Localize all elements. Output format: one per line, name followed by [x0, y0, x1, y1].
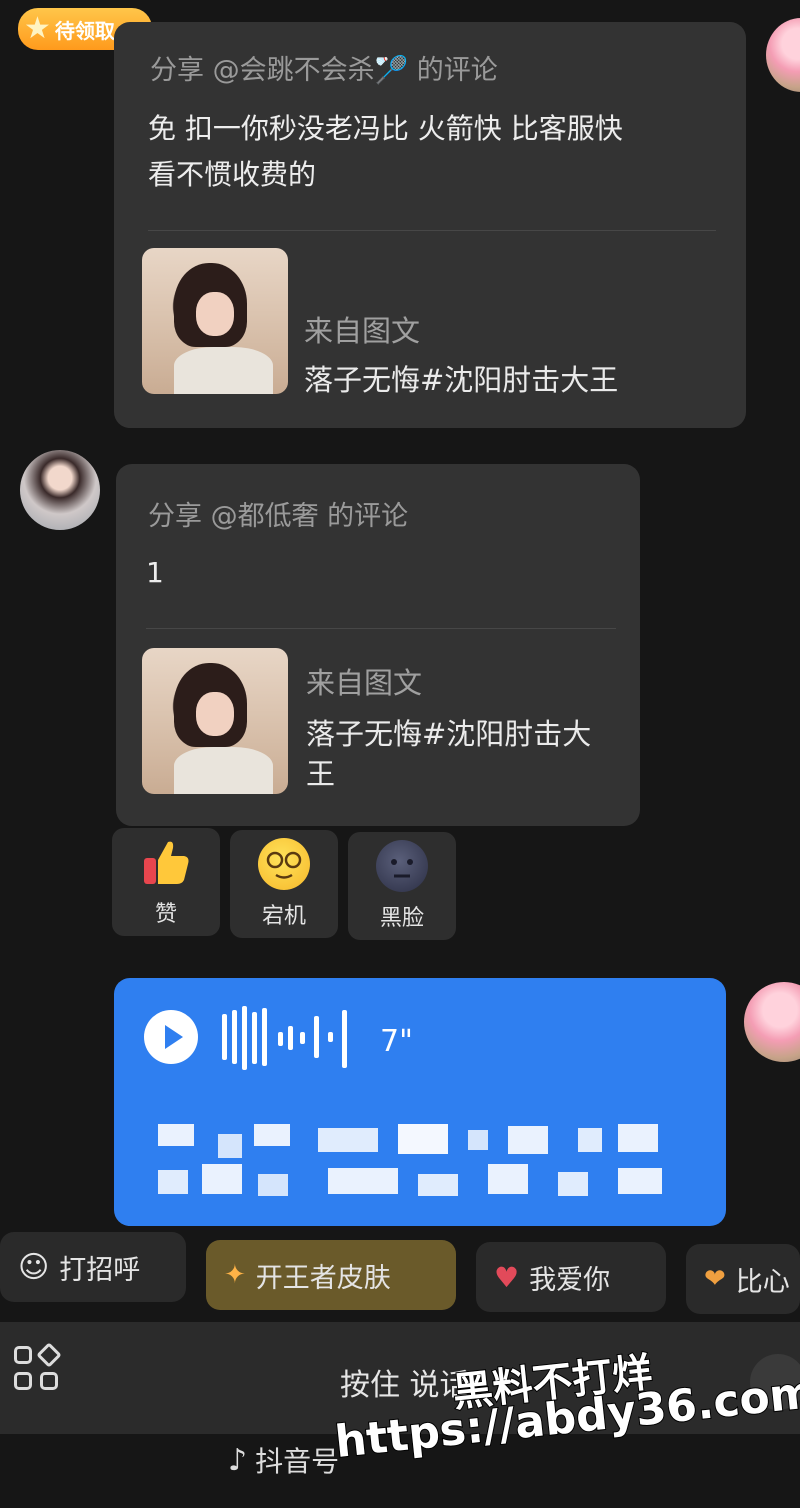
source-title-line-1[interactable]: 落子无悔#沈阳肘击大 [306, 714, 591, 754]
black-face-icon [376, 840, 428, 892]
quick-chip-love[interactable]: ♥ 我爱你 [476, 1242, 666, 1312]
source-label: 来自图文 [306, 666, 423, 700]
douyin-logo-icon: ♪ [228, 1442, 248, 1478]
avatar[interactable] [20, 450, 100, 530]
chip-label: 我爱你 [529, 1264, 611, 1296]
star-icon: ★ [24, 11, 51, 46]
quick-chip-heart-gesture[interactable]: ❤ 比心 [686, 1244, 800, 1314]
post-thumbnail[interactable] [142, 648, 288, 794]
reaction-label: 黑脸 [379, 906, 424, 931]
quick-chip-skin[interactable]: ✦ 开王者皮肤 [206, 1240, 456, 1310]
share-title: 分享 @都低奢 的评论 [148, 501, 409, 532]
shared-comment-card[interactable]: 分享 @会跳不会杀🏸 的评论 免 扣一你秒没老冯比 火箭快 比客服快 看不惯收费… [114, 22, 746, 428]
dizzy-face-icon [258, 838, 310, 890]
share-title: 分享 @会跳不会杀🏸 的评论 [150, 55, 498, 86]
badge-label: 待领取 [54, 18, 115, 43]
divider [148, 230, 716, 231]
douyin-id-label: ♪ 抖音号 [228, 1442, 340, 1479]
shared-comment-card[interactable]: 分享 @都低奢 的评论 1 来自图文 落子无悔#沈阳肘击大 王 [116, 464, 640, 826]
play-icon[interactable] [144, 1010, 198, 1064]
reaction-black-face-button[interactable]: 黑脸 [348, 832, 456, 940]
reaction-like-button[interactable]: 赞 [112, 828, 220, 936]
reaction-label: 宕机 [261, 904, 306, 929]
reaction-label: 赞 [154, 902, 177, 927]
chip-label: 开王者皮肤 [255, 1262, 391, 1294]
chip-label: 比心 [735, 1266, 790, 1298]
reaction-crash-button[interactable]: 宕机 [230, 830, 338, 938]
transcription-blurred [158, 1124, 678, 1214]
source-title-line-2[interactable]: 王 [306, 754, 335, 794]
smiley-icon: ☺ [18, 1249, 50, 1285]
avatar[interactable] [766, 18, 800, 92]
avatar[interactable] [744, 982, 800, 1062]
comment-text-line-2: 看不惯收费的 [148, 158, 317, 191]
comment-text-line-1: 免 扣一你秒没老冯比 火箭快 比客服快 [148, 112, 623, 145]
quick-chip-greet[interactable]: ☺ 打招呼 [0, 1232, 186, 1302]
thumbs-up-icon [140, 836, 192, 888]
gift-icon: ✦ [224, 1260, 246, 1290]
divider [146, 628, 616, 629]
comment-text: 1 [146, 556, 164, 589]
source-title[interactable]: 落子无悔#沈阳肘击大王 [304, 360, 618, 400]
post-thumbnail[interactable] [142, 248, 288, 394]
apps-grid-icon[interactable] [14, 1342, 66, 1398]
heart-icon: ♥ [494, 1260, 520, 1294]
hand-heart-icon: ❤ [704, 1264, 726, 1294]
chip-label: 打招呼 [59, 1254, 141, 1286]
voice-duration: 7" [380, 1024, 413, 1059]
source-label: 来自图文 [304, 314, 421, 348]
voice-message-bubble[interactable]: 7" [114, 978, 726, 1226]
waveform [222, 1006, 362, 1070]
